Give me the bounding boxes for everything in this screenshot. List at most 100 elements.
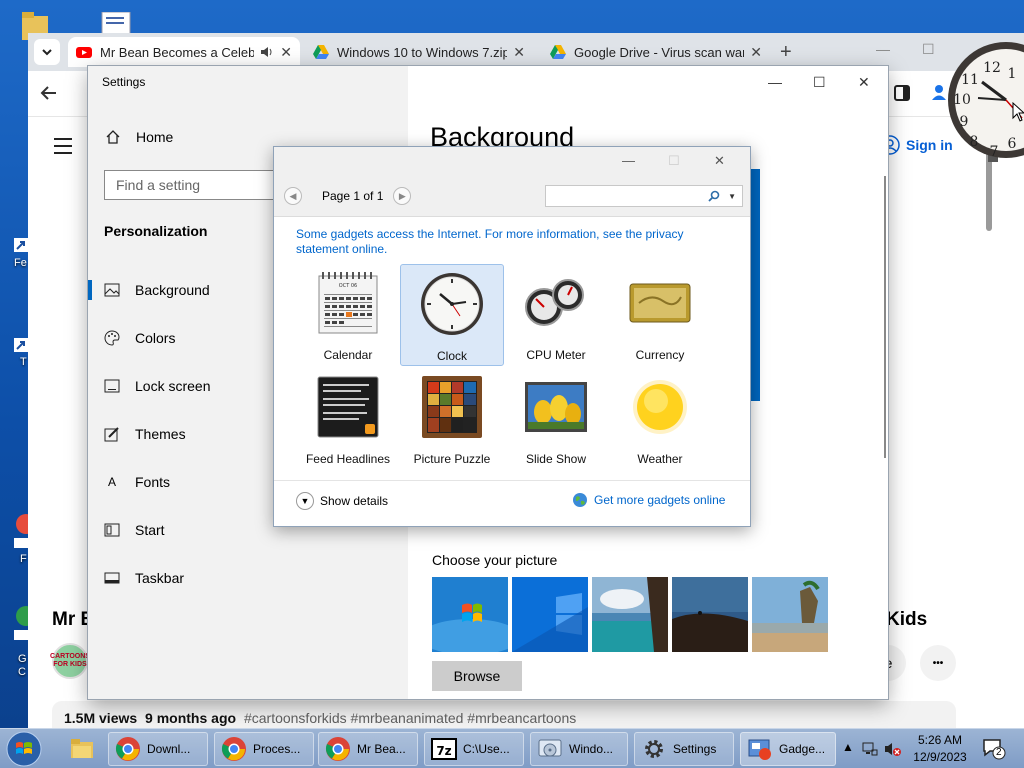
wallpaper-thumb-beach[interactable] [752,577,828,652]
taskbar-label: Downl... [147,742,191,756]
close-tab-icon[interactable]: ✕ [280,44,292,61]
taskbar-item-chrome-mrbean[interactable]: Mr Bea... [318,732,418,766]
new-tab-button[interactable]: + [780,41,792,64]
close-icon[interactable]: ✕ [714,153,725,169]
sign-in-button[interactable]: Sign in [880,135,953,155]
sidebar-item-taskbar[interactable]: Taskbar [88,558,408,598]
taskbar-item-chrome-process[interactable]: Proces... [214,732,314,766]
desktop-document-icon[interactable] [100,12,132,34]
start-button[interactable] [4,731,44,767]
internet-notice-link[interactable]: Some gadgets access the Internet. For mo… [296,227,716,257]
google-drive-icon [313,45,329,59]
gadget-currency[interactable]: Currency [608,264,712,366]
hamburger-menu-icon[interactable] [54,138,72,159]
desktop-shortcut-icon[interactable] [14,238,28,252]
gadgets-icon [748,739,771,760]
taskbar-clock[interactable]: 5:26 AM 12/9/2023 [912,732,968,766]
chevron-down-icon [42,49,52,56]
taskbar-label: Windo... [569,742,614,756]
gadget-name: CPU Meter [526,348,586,362]
get-more-label: Get more gadgets online [594,493,726,507]
find-setting-input[interactable]: Find a setting [104,170,294,200]
taskbar-label: Settings [673,742,717,756]
tab-windows-zip[interactable]: Windows 10 to Windows 7.zip ✕ [305,37,533,67]
chevron-down-icon: ▼ [296,492,314,510]
gadget-name: Feed Headlines [305,452,391,466]
pager: ◀ Page 1 of 1 ▶ [284,185,420,207]
maximize-icon: ☐ [668,153,680,168]
gadget-calendar[interactable]: OCT 06 Calendar [296,264,400,366]
gadget-search-input[interactable]: ▼ [545,185,743,207]
show-details-toggle[interactable]: ▼ Show details [296,492,388,510]
sidebar-item-label: Colors [135,330,176,346]
get-more-gadgets-link[interactable]: Get more gadgets online [572,492,725,508]
close-icon[interactable]: ✕ [858,74,870,91]
minimize-icon[interactable]: — [768,74,782,90]
speaker-icon[interactable] [260,45,274,59]
close-tab-icon[interactable]: ✕ [513,44,525,61]
maximize-icon[interactable]: ☐ [922,41,935,58]
youtube-icon [76,47,92,58]
clock-numeral: 9 [960,114,969,130]
tab-mr-bean[interactable]: Mr Bean Becomes a Celeb ✕ [68,37,300,67]
gadget-picture-puzzle[interactable]: Picture Puzzle [400,368,504,470]
browse-button[interactable]: Browse [432,661,522,691]
gadgets-window: — ☐ ✕ ◀ Page 1 of 1 ▶ ▼ Some gadgets acc… [273,146,751,527]
taskbar-item-windows-installer[interactable]: Windo... [530,732,628,766]
taskbar: Downl... Proces... Mr Bea... 7z C:\Use..… [0,728,1024,768]
network-icon[interactable] [862,741,878,757]
home-nav[interactable]: Home [104,129,173,145]
start-icon [104,523,120,537]
speaker-muted-icon[interactable] [884,741,902,757]
cpu-meter-gadget-icon [525,279,584,326]
avatar-text: CARTOONS FOR KIDS [50,653,90,668]
sidebar-item-label: Lock screen [135,378,211,394]
action-center-button[interactable]: 2 [982,737,1006,764]
wallpaper-thumb-coast[interactable] [592,577,668,652]
taskbar-item-gadgets[interactable]: Gadge... [740,732,836,766]
profile-icon[interactable] [930,83,948,101]
hashtags[interactable]: #cartoonsforkids #mrbeananimated #mrbean… [244,710,576,726]
taskbar-item-settings[interactable]: Settings [634,732,734,766]
channel-avatar[interactable]: CARTOONS FOR KIDS [50,643,90,679]
taskbar-item-chrome-downloads[interactable]: Downl... [108,732,208,766]
gadget-clock[interactable]: Clock [400,264,504,366]
scrollbar-thumb[interactable] [986,151,992,231]
wallpaper-thumb-cliff[interactable] [672,577,748,652]
notification-count: 2 [996,747,1002,758]
side-panel-icon[interactable] [894,85,910,101]
desktop-label-gc: GC [18,653,27,678]
maximize-icon[interactable]: ☐ [813,74,826,91]
minimize-icon[interactable]: — [622,153,635,168]
search-dropdown-icon[interactable]: ▼ [728,192,736,201]
globe-icon [573,493,587,507]
gadget-weather[interactable]: Weather [608,368,712,470]
gadget-name: Picture Puzzle [413,452,491,466]
show-hidden-icons[interactable]: ▲ [842,740,854,754]
wallpaper-thumb-win7[interactable] [432,577,508,652]
next-page-icon[interactable]: ▶ [393,187,412,205]
taskbar-explorer[interactable] [62,732,102,766]
gadget-slide-show[interactable]: Slide Show [504,368,608,470]
more-actions-button[interactable]: ••• [920,645,956,681]
tab-search-button[interactable] [34,39,60,65]
back-arrow-icon[interactable] [40,85,58,101]
clock-numeral: 8 [970,134,979,150]
sidebar-item-label: Start [135,522,165,538]
previous-page-icon[interactable]: ◀ [284,187,302,205]
folder-icon [71,739,93,758]
gadget-feed-headlines[interactable]: Feed Headlines [296,368,400,470]
tab-title: Google Drive - Virus scan warn [574,44,745,60]
settings-scrollbar[interactable] [884,176,886,458]
gadget-cpu-meter[interactable]: CPU Meter [504,264,608,366]
wallpaper-thumb-win10[interactable] [512,577,588,652]
minimize-icon[interactable]: — [876,41,890,57]
installer-icon [538,739,562,757]
taskbar-item-7zip[interactable]: 7z C:\Use... [424,732,524,766]
taskbar-label: Mr Bea... [357,742,406,756]
clock-numeral: 6 [1008,136,1017,152]
sidebar-item-label: Taskbar [135,570,185,586]
desktop-shortcut-icon[interactable] [14,338,28,352]
tab-google-drive[interactable]: Google Drive - Virus scan warn ✕ [542,37,770,67]
close-tab-icon[interactable]: ✕ [750,44,762,61]
